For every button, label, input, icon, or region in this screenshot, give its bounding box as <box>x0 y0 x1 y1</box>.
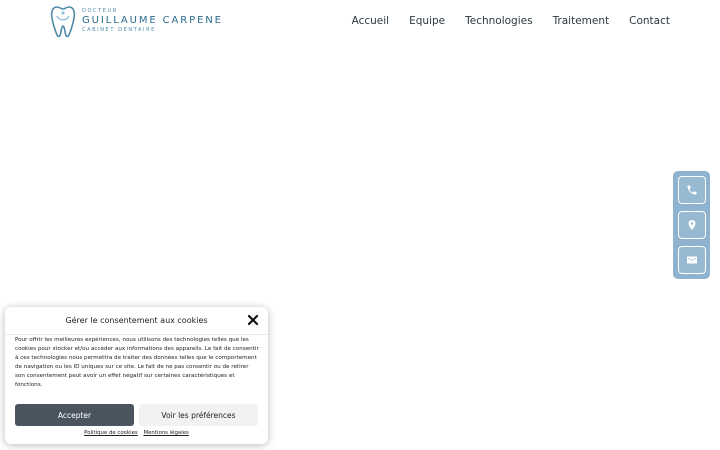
mail-icon <box>686 256 697 264</box>
cookie-title: Gérer le consentement aux cookies <box>65 316 208 325</box>
nav-item-traitement[interactable]: Traitement <box>553 14 610 28</box>
logo-text: DOCTEUR GUILLAUME CARPENE CABINET DENTAI… <box>82 8 223 34</box>
tooth-logo-icon <box>50 6 76 38</box>
main-nav: Accueil Equipe Technologies Traitement C… <box>352 14 670 28</box>
cookie-links: Politique de cookies Mentions légales <box>5 429 268 437</box>
view-preferences-button[interactable]: Voir les préférences <box>139 404 258 426</box>
phone-button[interactable] <box>677 176 706 204</box>
logo-subtitle: CABINET DENTAIRE <box>82 27 156 33</box>
nav-item-technologies[interactable]: Technologies <box>465 14 532 28</box>
nav-item-equipe[interactable]: Equipe <box>409 14 445 28</box>
cookie-description: Pour offrir les meilleures expériences, … <box>15 337 259 389</box>
floating-contact-bar <box>673 171 710 279</box>
accept-button[interactable]: Accepter <box>15 404 134 426</box>
phone-icon <box>687 185 696 195</box>
mail-button[interactable] <box>677 246 706 274</box>
site-header: DOCTEUR GUILLAUME CARPENE CABINET DENTAI… <box>0 0 720 42</box>
logo-name: GUILLAUME CARPENE <box>82 15 223 26</box>
cookie-policy-link[interactable]: Politique de cookies <box>84 430 138 436</box>
location-button[interactable] <box>677 211 706 239</box>
cookie-consent-dialog: Gérer le consentement aux cookies Pour o… <box>5 307 268 444</box>
logo-title-prefix: DOCTEUR <box>82 8 118 14</box>
site-logo[interactable]: DOCTEUR GUILLAUME CARPENE CABINET DENTAI… <box>49 4 223 38</box>
nav-item-accueil[interactable]: Accueil <box>352 14 390 28</box>
location-pin-icon <box>688 220 695 230</box>
close-icon[interactable] <box>247 314 259 326</box>
nav-item-contact[interactable]: Contact <box>629 14 670 28</box>
legal-notice-link[interactable]: Mentions légales <box>143 430 188 436</box>
cookie-divider <box>5 334 268 335</box>
